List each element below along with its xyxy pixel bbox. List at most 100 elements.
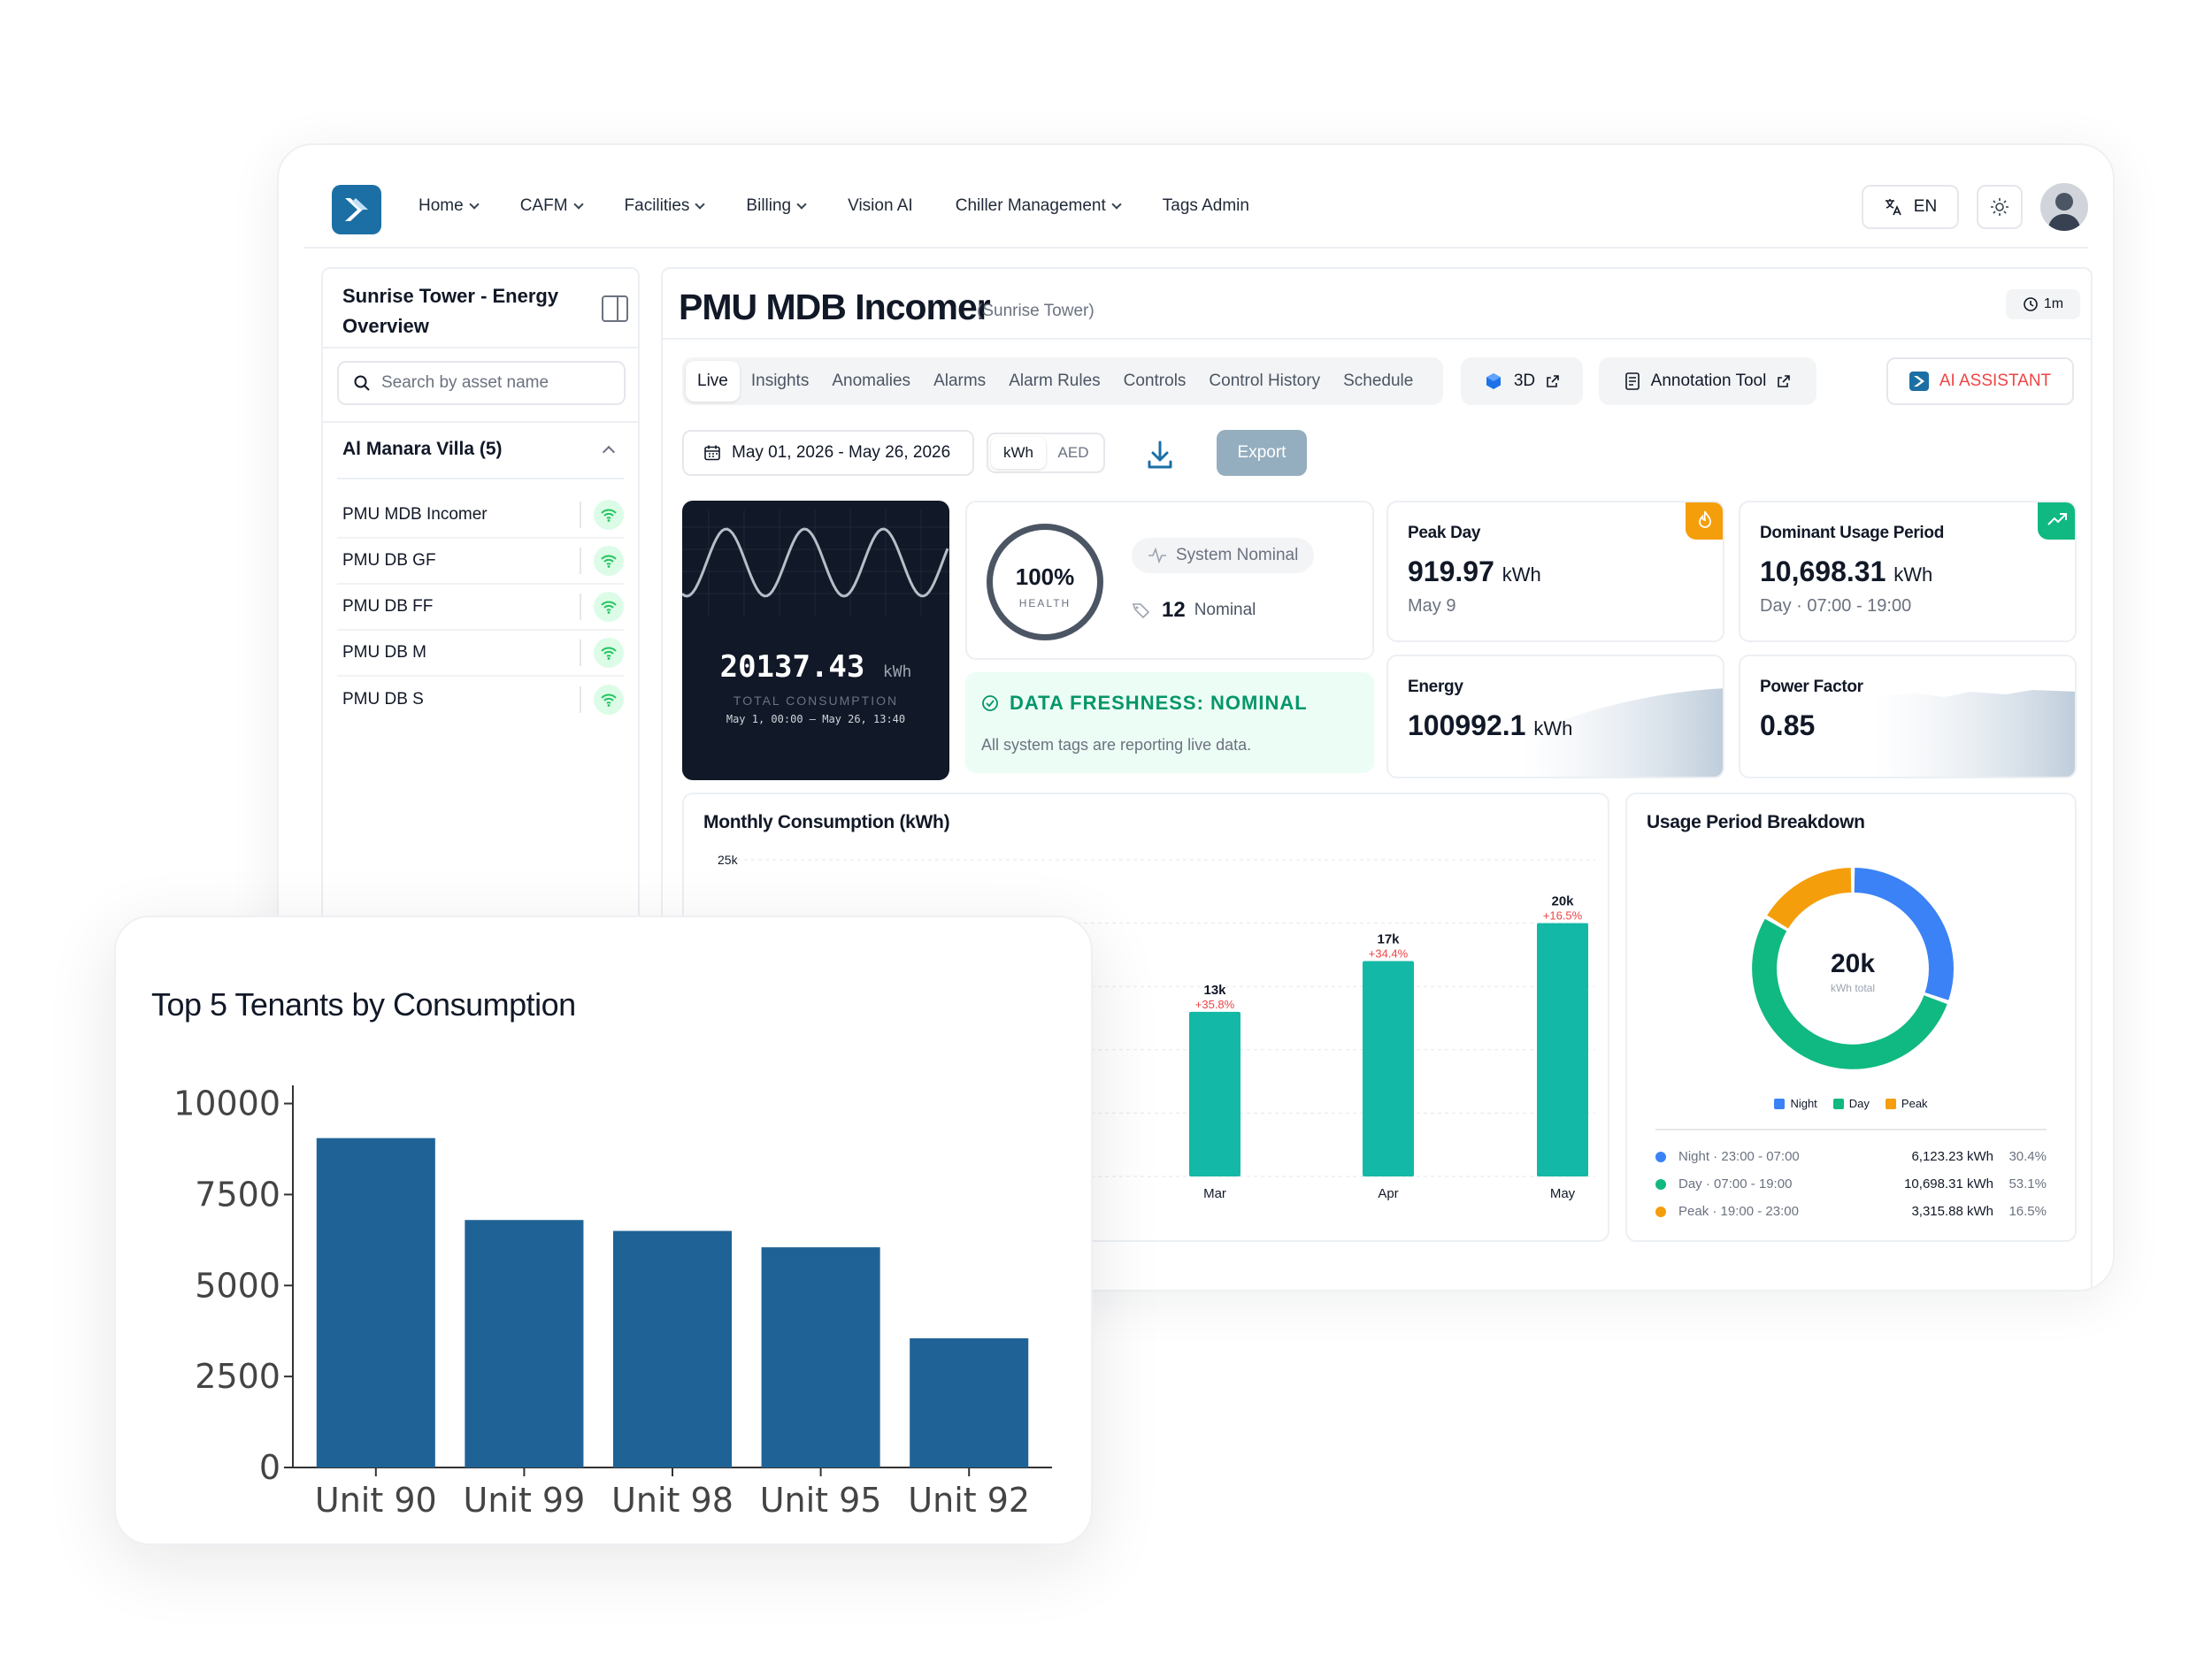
tab-insights[interactable]: Insights bbox=[740, 361, 820, 402]
tenant-bar-unit-92[interactable] bbox=[910, 1337, 1029, 1467]
nav-cafm[interactable]: CAFM bbox=[520, 196, 584, 216]
usage-period-kwh: 3,315.88 kWh bbox=[1911, 1204, 1993, 1219]
nav-chiller-management[interactable]: Chiller Management bbox=[956, 196, 1122, 216]
tab-live[interactable]: Live bbox=[686, 361, 740, 402]
energy-title: Energy bbox=[1408, 678, 1463, 696]
asset-item[interactable]: PMU MDB Incomer bbox=[337, 493, 624, 539]
donut-slice-night[interactable] bbox=[1854, 868, 1954, 1000]
legend-peak: Peak bbox=[1885, 1097, 1928, 1110]
bar-mar[interactable] bbox=[1189, 1011, 1240, 1176]
export-button[interactable]: Export bbox=[1217, 430, 1307, 476]
unit-kwh-option[interactable]: kWh bbox=[991, 437, 1046, 469]
asset-item[interactable]: PMU DB GF bbox=[337, 539, 624, 585]
tenant-bar-unit-98[interactable] bbox=[612, 1230, 733, 1467]
view-3d-button[interactable]: 3D bbox=[1461, 357, 1583, 405]
divider bbox=[323, 347, 638, 349]
dominant-usage-number: 10,698.31 bbox=[1760, 556, 1886, 587]
chevron-down-icon bbox=[1111, 198, 1122, 210]
donut-slice-peak[interactable] bbox=[1767, 868, 1852, 929]
usage-period-label: Peak · 19:00 - 23:00 bbox=[1678, 1204, 1799, 1219]
power-factor-card: Power Factor 0.85 bbox=[1739, 655, 2077, 778]
theme-toggle-button[interactable] bbox=[1977, 185, 2023, 229]
tab-control-history[interactable]: Control History bbox=[1197, 361, 1332, 402]
nav-vision-ai[interactable]: Vision AI bbox=[848, 196, 913, 216]
asset-item[interactable]: PMU DB S bbox=[337, 677, 624, 723]
asset-status bbox=[580, 638, 624, 668]
status-dot bbox=[1655, 1178, 1666, 1190]
language-button[interactable]: EN bbox=[1862, 185, 1959, 229]
chevron-down-icon bbox=[572, 198, 584, 210]
system-status-label: System Nominal bbox=[1176, 546, 1299, 564]
waveform-graphic bbox=[682, 510, 949, 616]
system-health-card: 100% HEALTH System Nominal 12 Nominal bbox=[965, 501, 1374, 660]
usage-period-kwh: 6,123.23 kWh bbox=[1911, 1149, 1993, 1164]
asset-item[interactable]: PMU DB M bbox=[337, 631, 624, 677]
tenant-bar-unit-99[interactable] bbox=[465, 1220, 584, 1467]
nav-billing[interactable]: Billing bbox=[746, 196, 807, 216]
asset-name: PMU DB GF bbox=[342, 551, 436, 570]
wifi-icon bbox=[594, 592, 624, 622]
tab-schedule[interactable]: Schedule bbox=[1332, 361, 1425, 402]
sidebar-collapse-icon[interactable] bbox=[602, 295, 628, 322]
health-value: 100% bbox=[1015, 563, 1075, 590]
total-consumption-number: 20137.43 bbox=[719, 649, 865, 685]
nav-home-label: Home bbox=[419, 196, 464, 215]
legend-day: Day bbox=[1832, 1097, 1870, 1110]
page-title: PMU MDB Incomer bbox=[679, 287, 991, 327]
peak-day-date: May 9 bbox=[1408, 596, 1456, 616]
bar-apr[interactable] bbox=[1363, 961, 1414, 1176]
external-link-icon bbox=[1778, 375, 1791, 387]
bar-value-label: 20k bbox=[1551, 894, 1574, 909]
sun-icon bbox=[1991, 198, 2008, 216]
tab-controls[interactable]: Controls bbox=[1112, 361, 1198, 402]
annotation-tool-button[interactable]: Annotation Tool bbox=[1599, 357, 1816, 405]
tab-alarm-rules[interactable]: Alarm Rules bbox=[997, 361, 1111, 402]
divider bbox=[580, 686, 581, 713]
unit-aed-option[interactable]: AED bbox=[1046, 437, 1101, 469]
asset-item[interactable]: PMU DB FF bbox=[337, 585, 624, 631]
download-button[interactable] bbox=[1142, 437, 1178, 472]
search-icon bbox=[354, 375, 370, 391]
asset-group-header[interactable]: Al Manara Villa (5) bbox=[342, 439, 618, 460]
system-status-pill: System Nominal bbox=[1132, 538, 1315, 573]
app-logo[interactable] bbox=[332, 185, 381, 234]
date-range-picker[interactable]: May 01, 2026 - May 26, 2026 bbox=[682, 430, 974, 476]
divider bbox=[580, 594, 581, 620]
user-avatar-icon bbox=[2040, 183, 2088, 231]
nav-tags-admin[interactable]: Tags Admin bbox=[1163, 196, 1249, 216]
y-tick-label: 10000 bbox=[173, 1084, 280, 1123]
total-consumption-value: 20137.43 kWh bbox=[682, 649, 949, 685]
asset-search-input[interactable]: Search by asset name bbox=[337, 361, 626, 405]
nav-home[interactable]: Home bbox=[419, 196, 480, 216]
power-factor-title: Power Factor bbox=[1760, 678, 1863, 696]
nav-menu: Home CAFM Facilities Billing Vision AI C… bbox=[419, 196, 1292, 216]
refresh-interval-label: 1m bbox=[2043, 296, 2064, 311]
bar-change-label: +16.5% bbox=[1543, 909, 1583, 923]
legend-peak-label: Peak bbox=[1901, 1097, 1928, 1110]
ai-assistant-button[interactable]: AI ASSISTANT bbox=[1886, 357, 2074, 405]
asset-status bbox=[580, 546, 624, 576]
divider bbox=[1655, 1129, 2047, 1130]
refresh-interval-badge[interactable]: 1m bbox=[2006, 289, 2080, 319]
user-avatar[interactable] bbox=[2040, 183, 2088, 231]
y-tick-label: 25k bbox=[718, 853, 739, 867]
energy-number: 100992.1 bbox=[1408, 709, 1526, 741]
tenant-bar-unit-90[interactable] bbox=[316, 1138, 435, 1467]
calendar-icon bbox=[704, 445, 720, 461]
tenant-bar-unit-95[interactable] bbox=[761, 1247, 880, 1467]
sidebar-title: Sunrise Tower - Energy Overview bbox=[342, 285, 559, 337]
chevron-down-icon bbox=[469, 198, 480, 210]
tab-alarms[interactable]: Alarms bbox=[922, 361, 997, 402]
nav-facilities[interactable]: Facilities bbox=[625, 196, 706, 216]
total-consumption-unit: kWh bbox=[882, 663, 912, 681]
date-range-label: May 01, 2026 - May 26, 2026 bbox=[732, 443, 951, 462]
tab-bar: Live Insights Anomalies Alarms Alarm Rul… bbox=[682, 357, 1443, 405]
tab-anomalies[interactable]: Anomalies bbox=[820, 361, 922, 402]
nominal-count-value: 12 bbox=[1162, 598, 1186, 622]
asset-name: PMU MDB Incomer bbox=[342, 505, 488, 524]
legend-night: Night bbox=[1774, 1097, 1817, 1110]
donut-center-label: kWh total bbox=[1831, 982, 1875, 994]
bar-may[interactable] bbox=[1537, 923, 1588, 1176]
health-label: HEALTH bbox=[1018, 597, 1071, 609]
peak-day-number: 919.97 bbox=[1408, 556, 1494, 587]
